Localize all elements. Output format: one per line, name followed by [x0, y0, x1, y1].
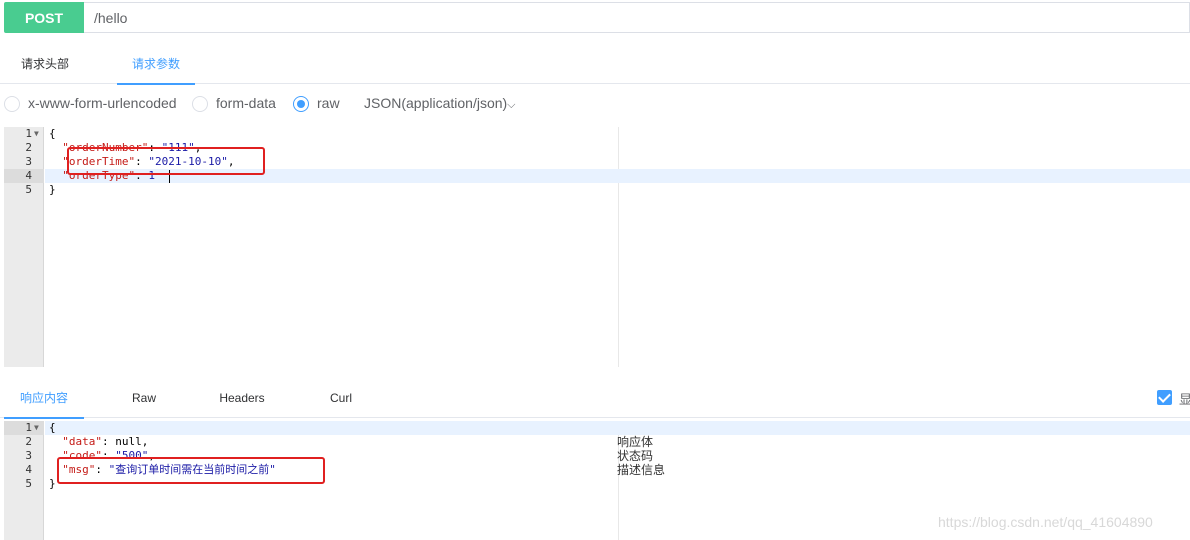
chevron-down-icon: ⌵: [507, 99, 516, 111]
highlight-box: [67, 147, 265, 175]
radio-formdata[interactable]: [192, 96, 208, 112]
line-number: 1: [25, 127, 32, 140]
tab-response-content[interactable]: 响应内容: [4, 378, 84, 419]
radio-urlencoded-label[interactable]: x-www-form-urlencoded: [28, 95, 177, 111]
tab-response-headers[interactable]: Headers: [212, 378, 272, 418]
code-line: "data": null,: [62, 435, 149, 448]
api-tester: POST 请求头部 请求参数 x-www-form-urlencoded for…: [0, 0, 1190, 540]
response-tabs: 响应内容 Raw Headers Curl: [0, 378, 1190, 419]
tab-response-curl[interactable]: Curl: [320, 378, 362, 418]
code-line: {: [49, 421, 56, 434]
active-line: [45, 421, 1190, 435]
line-number: 2: [25, 141, 32, 154]
line-number: 4: [25, 169, 32, 182]
radio-formdata-label[interactable]: form-data: [216, 95, 276, 111]
response-editor-gutter: 1 ▼ 2 3 4 5: [4, 421, 44, 540]
tab-response-raw[interactable]: Raw: [124, 378, 164, 418]
code-line: }: [49, 183, 56, 196]
request-tabs: 请求头部 请求参数: [0, 44, 1190, 85]
show-notes-checkbox[interactable]: [1157, 390, 1172, 405]
request-editor-gutter: 1 ▼ 2 3 4 5: [4, 127, 44, 367]
code-line: {: [49, 127, 56, 140]
line-number: 3: [25, 155, 32, 168]
tab-request-params[interactable]: 请求参数: [117, 44, 195, 85]
format-select-value: JSON(application/json): [364, 95, 508, 111]
print-margin: [618, 127, 619, 367]
radio-raw[interactable]: [293, 96, 309, 112]
format-select[interactable]: JSON(application/json)⌵: [364, 95, 516, 112]
field-note: 状态码: [617, 449, 654, 463]
field-note: 描述信息: [617, 463, 666, 477]
tab-request-headers[interactable]: 请求头部: [20, 44, 70, 84]
fold-toggle-icon[interactable]: ▼: [34, 421, 39, 435]
show-notes-label[interactable]: 显示说明: [1179, 389, 1190, 408]
code-line: }: [49, 477, 56, 490]
method-badge[interactable]: POST: [4, 2, 84, 33]
watermark: https://blog.csdn.net/qq_41604890: [938, 514, 1153, 530]
body-type-selector: x-www-form-urlencoded form-data raw JSON…: [0, 92, 1190, 116]
url-input[interactable]: [84, 2, 1190, 33]
line-number: 5: [25, 183, 32, 196]
radio-urlencoded[interactable]: [4, 96, 20, 112]
fold-toggle-icon[interactable]: ▼: [34, 127, 39, 141]
line-number: 4: [25, 463, 32, 476]
highlight-box: [57, 457, 325, 484]
url-bar: POST: [0, 0, 1190, 34]
field-note: 响应体: [617, 435, 654, 449]
line-number: 2: [25, 435, 32, 448]
line-number: 3: [25, 449, 32, 462]
line-number: 5: [25, 477, 32, 490]
radio-raw-label[interactable]: raw: [317, 95, 340, 111]
line-number: 1: [25, 421, 32, 434]
